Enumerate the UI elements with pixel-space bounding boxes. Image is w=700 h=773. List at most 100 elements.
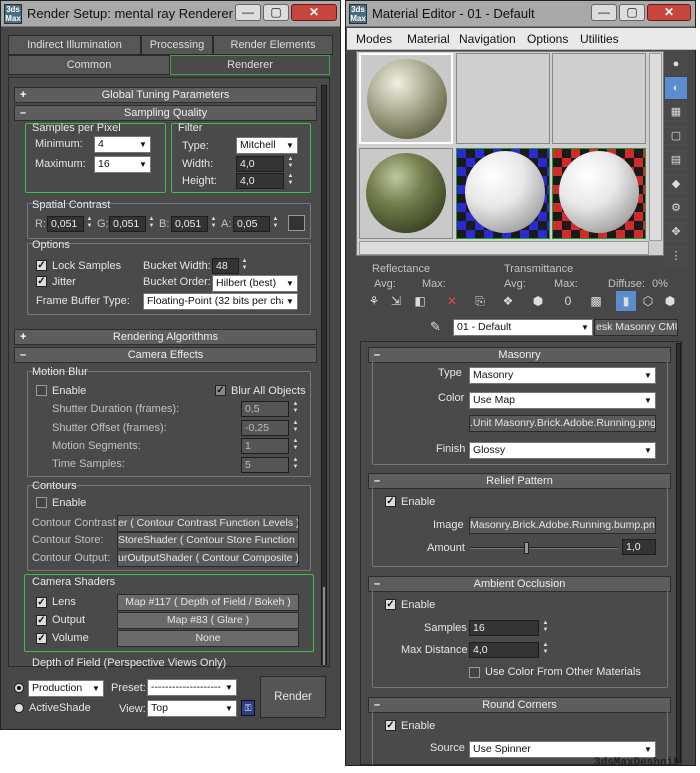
minimize-button[interactable]: — [591,4,617,21]
round-corners-source-dropdown[interactable]: Use Spinner ▼ [469,741,656,758]
shutter-duration-input[interactable]: 0,5 [241,401,289,417]
put-to-scene-icon[interactable]: ⇲ [386,291,406,311]
get-material-icon[interactable]: ⚘ [364,291,384,311]
sample-slot-6[interactable] [552,148,646,239]
select-by-material-icon[interactable]: ✥ [665,221,687,243]
sample-slot-5[interactable] [456,148,550,239]
video-color-check-icon[interactable]: ▤ [665,149,687,171]
assign-to-selection-icon[interactable]: ◧ [410,291,430,311]
make-unique-icon[interactable]: ❖ [498,291,518,311]
contour-output-button[interactable]: urOutputShader ( Contour Composite ) [117,550,299,567]
rollout-sampling-quality[interactable]: – Sampling Quality [14,105,317,121]
g-spinner[interactable]: ▲ ▼ [147,216,156,232]
a-input[interactable]: 0,05 [233,216,270,232]
bucket-width-spinner[interactable]: ▲ ▼ [240,258,249,274]
sample-slot-3[interactable] [552,53,646,144]
tab-render-elements[interactable]: Render Elements [213,35,333,55]
make-copy-icon[interactable]: ⎘ [470,291,490,311]
filter-type-dropdown[interactable]: Mitchell ▼ [236,137,298,154]
rollout-global-tuning[interactable]: + Global Tuning Parameters [14,87,317,103]
ao-max-distance-input[interactable]: 4,0 [469,642,539,658]
menu-material[interactable]: Material [407,32,450,46]
eyedropper-icon[interactable]: ✎ [430,319,441,335]
output-shader-button[interactable]: Map #83 ( Glare ) [117,612,299,629]
output-checkbox[interactable]: ✓ [36,615,47,626]
slots-vertical-scrollbar[interactable] [649,53,662,241]
production-dropdown[interactable]: Production ▼ [28,680,104,697]
material-map-navigator-icon[interactable]: ⋮ [665,245,687,267]
masonry-color-map-button[interactable]: .Unit Masonry.Brick.Adobe.Running.png) [469,415,656,432]
view-dropdown[interactable]: Top ▼ [147,700,237,717]
r-spinner[interactable]: ▲ ▼ [85,216,94,232]
time-samples-input[interactable]: 5 [241,457,289,473]
make-preview-icon[interactable]: ◆ [665,173,687,195]
bucket-order-dropdown[interactable]: Hilbert (best) ▼ [212,275,298,292]
render-setup-titlebar[interactable]: 3ds Max Render Setup: mental ray Renderer [1,1,340,27]
ao-max-distance-spinner[interactable]: ▲ ▼ [541,642,550,658]
show-map-icon[interactable]: ▩ [586,291,606,311]
round-corners-enable-checkbox[interactable]: ✓ [385,720,396,731]
rollout-camera-effects[interactable]: – Camera Effects [14,347,317,363]
menu-options[interactable]: Options [527,32,568,46]
sample-slot-2[interactable] [456,53,550,144]
sample-type-icon[interactable]: ● [665,53,687,75]
masonry-type-dropdown[interactable]: Masonry ▼ [469,367,656,384]
g-input[interactable]: 0,051 [109,216,146,232]
motion-blur-enable-checkbox[interactable] [36,385,47,396]
maximize-button[interactable]: ▢ [263,4,289,21]
lock-icon[interactable]: ⚿ [241,700,255,716]
close-button[interactable]: ✕ [291,4,337,21]
filter-width-spinner[interactable]: ▲ ▼ [286,156,295,172]
relief-enable-checkbox[interactable]: ✓ [385,496,396,507]
volume-checkbox[interactable]: ✓ [36,633,47,644]
uv-tiling-icon[interactable]: ▢ [665,125,687,147]
rollout-rendering-algorithms[interactable]: + Rendering Algorithms [14,329,317,345]
b-spinner[interactable]: ▲ ▼ [209,216,218,232]
close-button[interactable]: ✕ [647,4,691,21]
filter-height-spinner[interactable]: ▲ ▼ [286,173,295,189]
lens-checkbox[interactable]: ✓ [36,597,47,608]
relief-image-button[interactable]: Masonry.Brick.Adobe.Running.bump.png) [469,517,656,534]
contour-store-button[interactable]: StoreShader ( Contour Store Function ) [117,532,299,549]
motion-segments-input[interactable]: 1 [241,438,289,454]
reset-icon[interactable]: ✕ [442,291,462,311]
material-type-button[interactable]: esk Masonry CMU [594,319,678,336]
use-color-checkbox[interactable] [469,667,480,678]
backlight-icon[interactable]: ◐ [665,77,687,99]
show-end-result-icon[interactable]: ▮ [616,291,636,311]
shutter-duration-spinner[interactable]: ▲ ▼ [291,401,300,417]
volume-shader-button[interactable]: None [117,630,299,647]
tab-renderer[interactable]: Renderer [170,55,330,75]
production-radio[interactable] [14,683,24,693]
shutter-offset-input[interactable]: -0,25 [241,420,289,436]
b-input[interactable]: 0,051 [171,216,208,232]
slider-thumb[interactable] [524,542,529,554]
ao-samples-input[interactable]: 16 [469,620,539,636]
jitter-checkbox[interactable]: ✓ [36,276,47,287]
contrast-color-swatch[interactable] [288,215,305,231]
sample-slot-4[interactable] [359,148,453,239]
contours-enable-checkbox[interactable] [36,497,47,508]
options-icon[interactable]: ⚙ [665,197,687,219]
activeshade-radio[interactable] [14,703,24,713]
sample-slot-1[interactable] [359,53,453,144]
material-name-dropdown[interactable]: 01 - Default ▼ [453,319,593,336]
ao-samples-spinner[interactable]: ▲ ▼ [541,620,550,636]
masonry-finish-dropdown[interactable]: Glossy ▼ [469,442,656,459]
go-to-parent-icon[interactable]: ⬡ [638,291,658,311]
relief-amount-slider[interactable] [470,542,618,554]
maximum-dropdown[interactable]: 16 ▼ [94,156,151,173]
tab-indirect-illumination[interactable]: Indirect Illumination [8,35,141,55]
parameters-scrollbar[interactable] [676,343,681,763]
contour-contrast-button[interactable]: er ( Contour Contrast Function Levels ) [117,515,299,532]
relief-amount-input[interactable]: 1,0 [622,539,656,555]
masonry-color-dropdown[interactable]: Use Map ▼ [469,392,656,409]
render-button[interactable]: Render [260,676,326,718]
tab-common[interactable]: Common [8,55,170,75]
menu-modes[interactable]: Modes [356,32,392,46]
tab-processing[interactable]: Processing [141,35,213,55]
minimum-dropdown[interactable]: 4 ▼ [94,136,151,153]
menu-navigation[interactable]: Navigation [459,32,516,46]
shutter-offset-spinner[interactable]: ▲ ▼ [291,420,300,436]
background-icon[interactable]: ▦ [665,101,687,123]
